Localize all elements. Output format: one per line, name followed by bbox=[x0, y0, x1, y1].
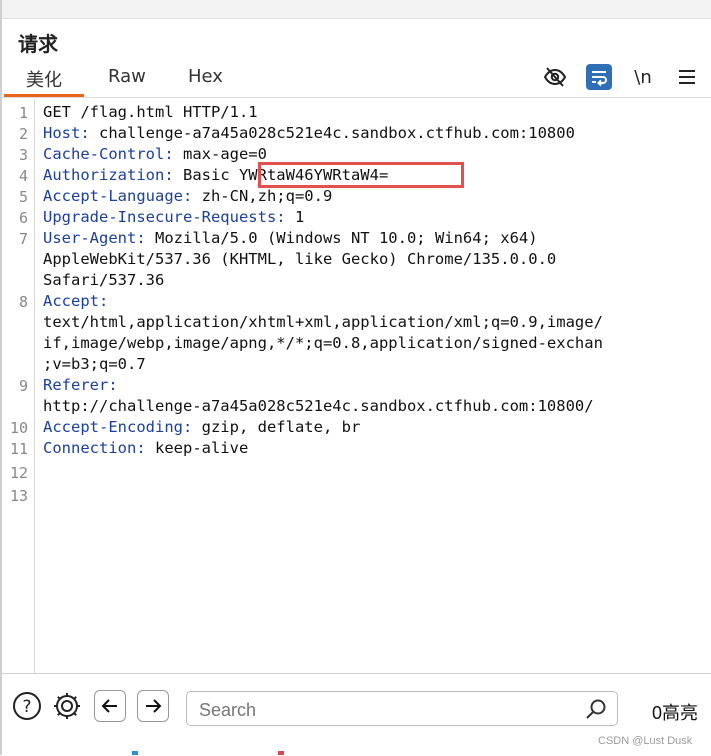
request-line: Cache-Control: max-age=0 bbox=[43, 144, 267, 165]
search-field[interactable] bbox=[186, 691, 618, 726]
line-number: 5 bbox=[18, 188, 28, 206]
header-value-continuation: if,image/webp,image/apng,*/*;q=0.8,appli… bbox=[43, 334, 603, 352]
match-count: 0高亮 bbox=[652, 703, 699, 723]
header-value-continuation: http://challenge-a7a45a028c521e4c.sandbo… bbox=[43, 397, 594, 415]
request-line: Upgrade-Insecure-Requests: 1 bbox=[43, 207, 304, 228]
header-name: User-Agent: bbox=[43, 229, 146, 247]
request-line: Safari/537.36 bbox=[43, 270, 164, 291]
line-number: 2 bbox=[18, 125, 28, 143]
tab-raw[interactable]: Raw bbox=[108, 66, 146, 87]
tab-pretty[interactable]: 美化 bbox=[26, 66, 62, 92]
header-name: Accept-Language: bbox=[43, 187, 193, 205]
tab-hex[interactable]: Hex bbox=[188, 66, 223, 87]
top-strip bbox=[2, 0, 711, 19]
request-line: User-Agent: Mozilla/5.0 (Windows NT 10.0… bbox=[43, 228, 538, 249]
newline-icon[interactable]: \n bbox=[630, 64, 656, 90]
line-number: 10 bbox=[9, 419, 28, 437]
header-name: Referer: bbox=[43, 376, 118, 394]
panel-title: 请求 bbox=[18, 32, 58, 56]
header-name: Cache-Control: bbox=[43, 145, 174, 163]
header-value-continuation: text/html,application/xhtml+xml,applicat… bbox=[43, 313, 603, 331]
header-name: Accept: bbox=[43, 292, 109, 310]
tabs-divider bbox=[2, 97, 711, 98]
svg-text:?: ? bbox=[22, 697, 31, 717]
request-line: Referer: bbox=[43, 375, 118, 396]
request-line: http://challenge-a7a45a028c521e4c.sandbo… bbox=[43, 396, 594, 417]
search-input[interactable] bbox=[197, 698, 581, 722]
header-value: Mozilla/5.0 (Windows NT 10.0; Win64; x64… bbox=[145, 229, 538, 247]
line-number: 4 bbox=[18, 167, 28, 185]
line-number: 6 bbox=[18, 209, 28, 227]
header-value: keep-alive bbox=[145, 439, 249, 457]
line-number: 9 bbox=[18, 377, 28, 395]
request-line: text/html,application/xhtml+xml,applicat… bbox=[43, 312, 603, 333]
request-line: ;v=b3;q=0.7 bbox=[43, 354, 146, 375]
header-name: Host: bbox=[43, 124, 90, 142]
header-value: zh-CN,zh;q=0.9 bbox=[192, 187, 333, 205]
settings-gear-icon[interactable] bbox=[52, 691, 82, 721]
request-line: Accept: bbox=[43, 291, 108, 312]
wrap-lines-icon[interactable] bbox=[586, 64, 612, 90]
header-name: Upgrade-Insecure-Requests: bbox=[43, 208, 286, 226]
next-match-button[interactable] bbox=[137, 690, 169, 722]
header-name: Connection: bbox=[43, 439, 146, 457]
previous-match-button[interactable] bbox=[94, 690, 126, 722]
line-number: 1 bbox=[18, 104, 28, 122]
request-line: GET /flag.html HTTP/1.1 bbox=[43, 102, 258, 123]
request-line-text: GET /flag.html HTTP/1.1 bbox=[43, 103, 258, 121]
line-number: 11 bbox=[9, 440, 28, 458]
header-name: Authorization: bbox=[43, 166, 174, 184]
request-line: Accept-Encoding: gzip, deflate, br bbox=[43, 417, 360, 438]
header-value-continuation: AppleWebKit/537.36 (KHTML, like Gecko) C… bbox=[43, 250, 557, 268]
header-value-continuation: Safari/537.36 bbox=[43, 271, 165, 289]
line-number: 12 bbox=[9, 464, 28, 482]
request-line: Accept-Language: zh-CN,zh;q=0.9 bbox=[43, 186, 332, 207]
header-value: 1 bbox=[285, 208, 305, 226]
eye-off-icon[interactable] bbox=[542, 64, 568, 90]
status-marker-blue bbox=[132, 751, 138, 755]
request-panel: 请求 美化 Raw Hex \n 1 GET /flag.html HTTP/1.… bbox=[0, 0, 711, 756]
authorization-highlight-box bbox=[258, 162, 464, 188]
request-line: AppleWebKit/537.36 (KHTML, like Gecko) C… bbox=[43, 249, 556, 270]
search-icon[interactable] bbox=[585, 698, 607, 724]
watermark: CSDN @Lust Dusk bbox=[598, 735, 693, 747]
help-icon[interactable]: ? bbox=[12, 691, 42, 721]
header-value-continuation: ;v=b3;q=0.7 bbox=[43, 355, 146, 373]
line-number: 3 bbox=[18, 146, 28, 164]
menu-icon[interactable] bbox=[674, 64, 700, 90]
status-marker-red bbox=[278, 751, 284, 755]
request-line: if,image/webp,image/apng,*/*;q=0.8,appli… bbox=[43, 333, 603, 354]
header-value: gzip, deflate, br bbox=[192, 418, 361, 436]
request-line: Host: challenge-a7a45a028c521e4c.sandbox… bbox=[43, 123, 575, 144]
line-number: 8 bbox=[18, 293, 28, 311]
header-value: max-age=0 bbox=[173, 145, 267, 163]
request-line: Connection: keep-alive bbox=[43, 438, 248, 459]
header-name: Accept-Encoding: bbox=[43, 418, 193, 436]
line-number: 7 bbox=[18, 230, 28, 248]
line-number: 13 bbox=[9, 487, 28, 505]
header-value: challenge-a7a45a028c521e4c.sandbox.ctfhu… bbox=[89, 124, 575, 142]
